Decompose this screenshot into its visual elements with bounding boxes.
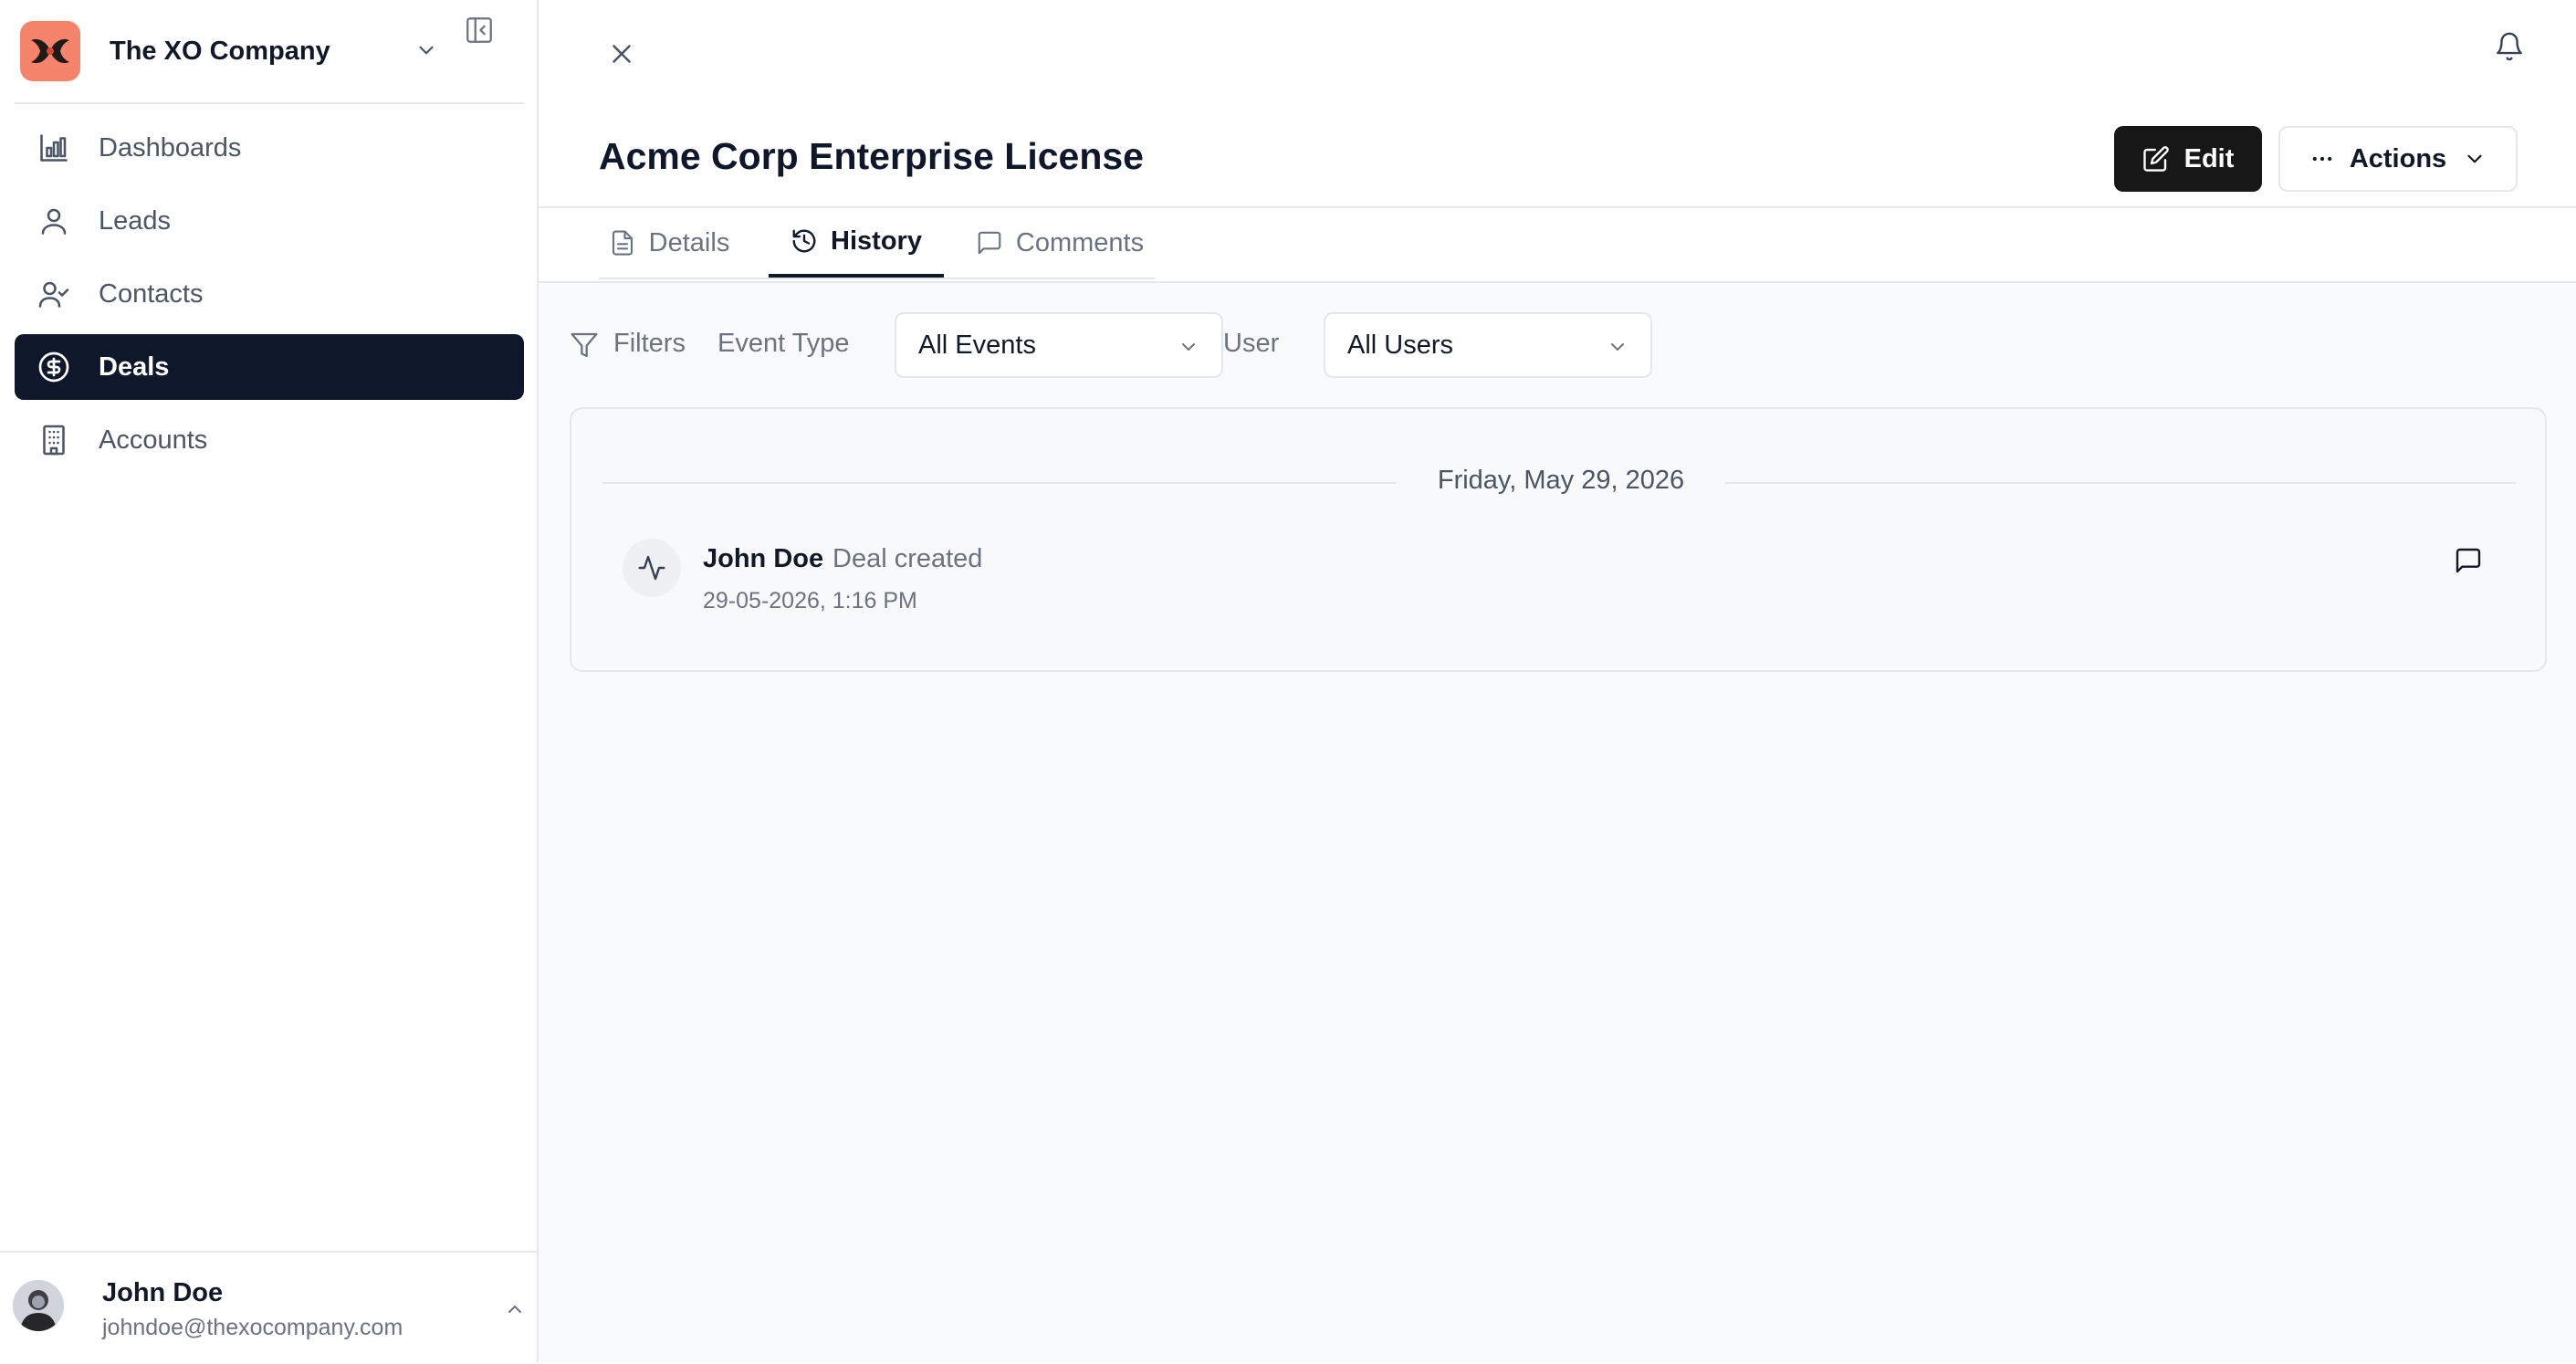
tab-details[interactable]: Details <box>599 208 739 278</box>
close-icon[interactable] <box>606 38 637 69</box>
chevron-down-icon <box>2463 147 2487 171</box>
chevron-down-icon <box>1178 336 1199 358</box>
tab-bar-underline <box>599 278 1156 279</box>
user-filter-label: User <box>1223 329 1280 358</box>
org-name: The XO Company <box>110 36 330 66</box>
sidebar-item-label: Deals <box>99 351 170 382</box>
event-user: John Doe <box>703 544 824 573</box>
page-title: Acme Corp Enterprise License <box>599 135 1144 177</box>
event-action: Deal created <box>832 544 983 573</box>
tab-bar: Details History Comments <box>539 208 2576 283</box>
sidebar-item-leads[interactable]: Leads <box>15 188 524 254</box>
tab-history[interactable]: History <box>769 208 944 278</box>
sidebar-item-label: Dashboards <box>99 132 242 163</box>
chevron-up-icon[interactable] <box>504 1298 526 1320</box>
tab-label: Details <box>648 227 730 257</box>
sidebar-item-label: Accounts <box>99 425 208 455</box>
sidebar-item-accounts[interactable]: Accounts <box>15 407 524 473</box>
sidebar-item-label: Contacts <box>99 278 204 309</box>
dollar-circle-icon <box>37 350 71 384</box>
history-icon <box>791 227 818 255</box>
actions-button-label: Actions <box>2349 143 2447 173</box>
tab-label: Comments <box>1015 227 1145 257</box>
edit-button[interactable]: Edit <box>2114 126 2262 192</box>
chevron-down-icon[interactable] <box>414 38 438 62</box>
history-filters: Filters Event Type All Events User All U… <box>570 312 2213 378</box>
sidebar-collapse-icon[interactable] <box>464 15 495 46</box>
user-menu[interactable]: John Doe johndoe@thexocompany.com <box>0 1251 537 1364</box>
user-icon <box>37 204 71 238</box>
history-timeline: Friday, May 29, 2026 John Doe Deal creat… <box>570 407 2547 672</box>
event-type-select[interactable]: All Events <box>895 312 1223 378</box>
date-separator: Friday, May 29, 2026 <box>602 464 2516 500</box>
sidebar-item-label: Leads <box>99 205 172 236</box>
activity-icon <box>623 539 681 597</box>
sidebar-item-dashboards[interactable]: Dashboards <box>15 115 524 181</box>
edit-icon <box>2142 145 2170 173</box>
event-type-value: All Events <box>918 331 1036 360</box>
bell-icon[interactable] <box>2494 31 2525 62</box>
filters-label: Filters <box>613 329 686 358</box>
company-logo <box>20 21 80 81</box>
sidebar-nav: Dashboards Leads Contacts Deals Accounts <box>15 115 524 480</box>
deal-detail-panel: Acme Corp Enterprise License Edit Action… <box>539 0 2576 1362</box>
user-filter-value: All Users <box>1347 331 1454 360</box>
comment-icon[interactable] <box>2454 546 2483 575</box>
more-horizontal-icon <box>2309 146 2335 172</box>
sidebar: The XO Company Dashboards Leads Contacts <box>0 0 539 1362</box>
divider <box>1725 482 2516 484</box>
sidebar-item-deals[interactable]: Deals <box>15 334 524 400</box>
filter-icon <box>570 331 599 360</box>
sidebar-item-contacts[interactable]: Contacts <box>15 261 524 327</box>
event-timestamp: 29-05-2026, 1:16 PM <box>703 588 917 614</box>
chevron-down-icon <box>1607 336 1628 358</box>
avatar <box>13 1280 64 1331</box>
page-header: Acme Corp Enterprise License Edit Action… <box>539 110 2576 208</box>
bar-chart-icon <box>37 131 71 165</box>
tab-label: History <box>831 226 922 256</box>
actions-button[interactable]: Actions <box>2278 126 2518 192</box>
edit-button-label: Edit <box>2183 143 2235 173</box>
org-switcher[interactable]: The XO Company <box>20 20 522 82</box>
sidebar-divider <box>15 102 524 104</box>
user-email: johndoe@thexocompany.com <box>102 1315 403 1340</box>
file-text-icon <box>609 229 636 257</box>
topbar <box>539 0 2576 111</box>
user-select[interactable]: All Users <box>1324 312 1652 378</box>
user-check-icon <box>37 277 71 311</box>
building-icon <box>37 423 71 457</box>
divider <box>602 482 1397 484</box>
event-type-label: Event Type <box>717 329 850 358</box>
timeline-date: Friday, May 29, 2026 <box>1437 466 1685 495</box>
tab-comments[interactable]: Comments <box>964 208 1156 278</box>
user-name: John Doe <box>102 1278 224 1307</box>
message-square-icon <box>976 229 1003 257</box>
